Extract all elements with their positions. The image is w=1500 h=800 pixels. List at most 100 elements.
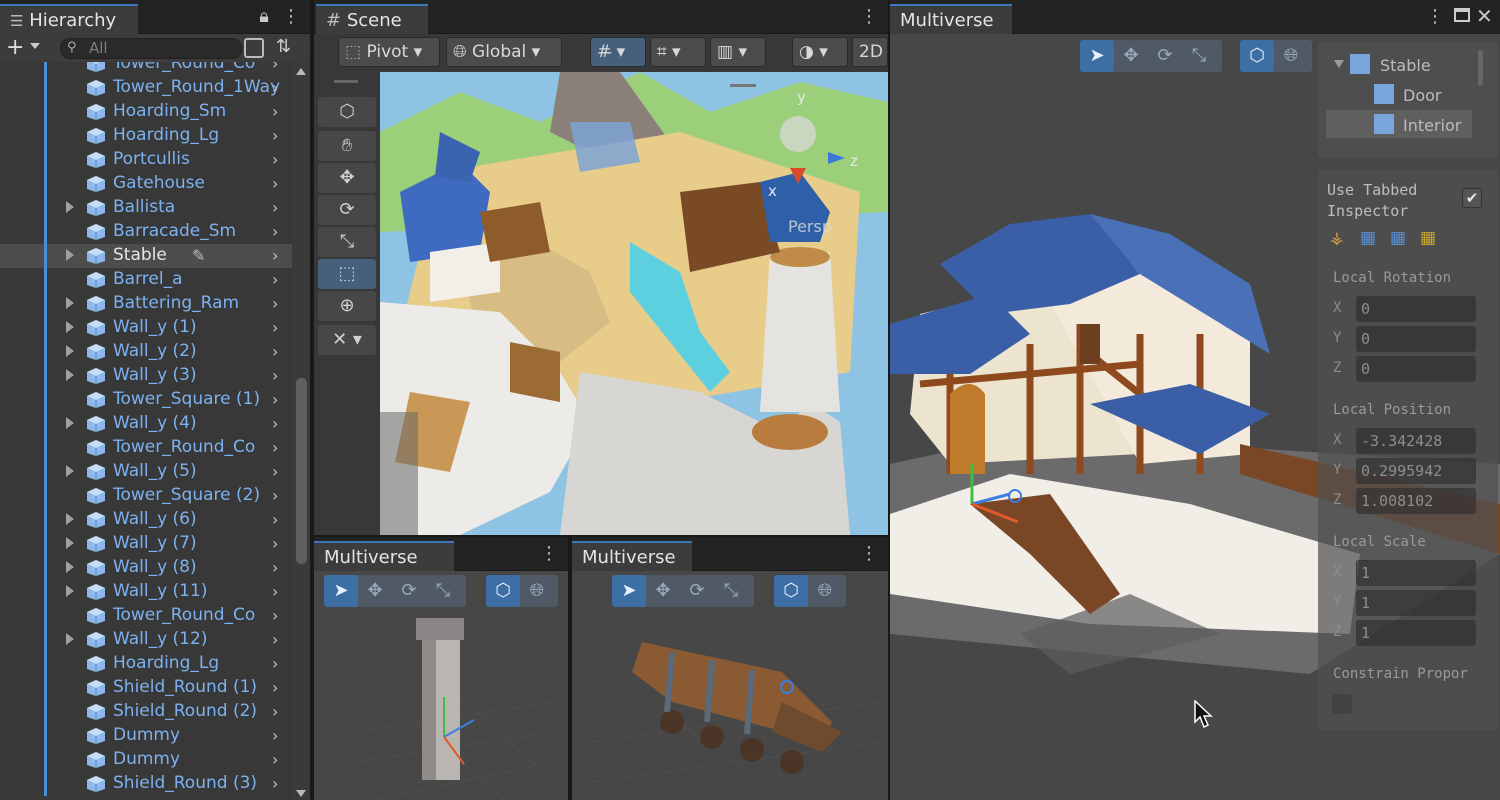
rotate-icon[interactable]: ⟳ — [1148, 40, 1182, 72]
fold-arrow-icon[interactable] — [66, 513, 74, 525]
tool-overlay-handle[interactable] — [334, 80, 358, 83]
select-tool-icon[interactable]: ➤ — [612, 575, 646, 607]
use-tabbed-checkbox[interactable]: ✔ — [1462, 188, 1482, 208]
chevron-right-icon[interactable]: › — [272, 198, 278, 217]
move-icon[interactable]: ✥ — [1114, 40, 1148, 72]
layout-tab-icon[interactable]: ▦ — [1420, 228, 1436, 248]
hierarchy-item[interactable]: Shield_Round (3) › — [0, 772, 292, 796]
hierarchy-item[interactable]: Shield_Round (1) › — [0, 676, 292, 700]
chevron-right-icon[interactable]: › — [272, 750, 278, 769]
tab-multiverse-mid[interactable]: Multiverse — [572, 541, 692, 571]
hierarchy-item[interactable]: Dummy › — [0, 724, 292, 748]
chevron-right-icon[interactable]: › — [272, 318, 278, 337]
move-tool-button[interactable]: ✥ — [318, 163, 376, 193]
chevron-right-icon[interactable]: › — [272, 486, 278, 505]
fold-arrow-icon[interactable] — [66, 297, 74, 309]
chevron-right-icon[interactable]: › — [272, 270, 278, 289]
constrain-proportions-checkbox[interactable] — [1332, 694, 1352, 714]
chevron-right-icon[interactable]: › — [272, 654, 278, 673]
rotation-y-field[interactable]: 0 — [1356, 326, 1476, 352]
tower-preview[interactable] — [354, 612, 554, 800]
lock-icon[interactable]: 🔒︎ — [256, 7, 272, 27]
local-space-icon[interactable]: ⬡ — [1240, 40, 1274, 72]
transform-tab-icon[interactable]: ⚶ — [1330, 228, 1344, 247]
persp-label[interactable]: Persp — [788, 217, 832, 236]
chevron-right-icon[interactable]: › — [272, 294, 278, 313]
hierarchy-item[interactable]: Shield_Round (2) › — [0, 700, 292, 724]
rotate-tool-button[interactable]: ⟳ — [318, 195, 376, 225]
position-x-field[interactable]: -3.342428 — [1356, 428, 1476, 454]
hierarchy-item[interactable]: Wall_y (6) › — [0, 508, 292, 532]
chevron-right-icon[interactable]: › — [272, 366, 278, 385]
search-input[interactable]: ⚲ All — [60, 38, 242, 59]
rotation-z-field[interactable]: 0 — [1356, 356, 1476, 382]
chevron-right-icon[interactable]: › — [272, 174, 278, 193]
hierarchy-item[interactable]: Wall_y (4) › — [0, 412, 292, 436]
tab-multiverse-left[interactable]: Multiverse — [314, 541, 454, 571]
grid-snap-toggle[interactable]: #̶ ▾ — [590, 37, 646, 67]
view-tool-button[interactable]: ⬡ — [318, 97, 376, 127]
orientation-gizmo[interactable] — [780, 116, 816, 152]
hierarchy-item[interactable]: Hoarding_Sm › — [0, 100, 292, 124]
fold-arrow-icon[interactable] — [66, 417, 74, 429]
hierarchy-item[interactable]: Battering_Ram › — [0, 292, 292, 316]
scale-tool-button[interactable]: ⤡ — [318, 227, 376, 257]
chevron-right-icon[interactable]: › — [272, 726, 278, 745]
fold-arrow-icon[interactable] — [66, 201, 74, 213]
maximize-icon[interactable] — [1454, 8, 1470, 22]
hierarchy-item[interactable]: Wall_y (3) › — [0, 364, 292, 388]
tree-fold-icon[interactable] — [1334, 60, 1344, 68]
fold-arrow-icon[interactable] — [66, 585, 74, 597]
hierarchy-item[interactable]: Wall_y (7) › — [0, 532, 292, 556]
hierarchy-item[interactable]: Wall_y (2) › — [0, 340, 292, 364]
scale-z-field[interactable]: 1 — [1356, 620, 1476, 646]
add-icon[interactable]: + — [6, 35, 24, 60]
hierarchy-item[interactable]: Wall_y (8) › — [0, 556, 292, 580]
chevron-right-icon[interactable]: › — [272, 246, 278, 265]
hierarchy-item[interactable]: Gatehouse › — [0, 172, 292, 196]
increment-snap-toggle[interactable]: ⌗ ▾ — [650, 37, 706, 67]
multiverse-main-kebab-icon[interactable]: ⋮ — [1426, 7, 1444, 27]
fold-arrow-icon[interactable] — [66, 537, 74, 549]
rotate-icon[interactable]: ⟳ — [392, 575, 426, 607]
chevron-right-icon[interactable]: › — [272, 630, 278, 649]
scale-x-field[interactable]: 1 — [1356, 560, 1476, 586]
chevron-right-icon[interactable]: › — [272, 414, 278, 433]
pivot-dropdown[interactable]: ⬚ Pivot ▾ — [338, 37, 440, 67]
fold-arrow-icon[interactable] — [66, 321, 74, 333]
select-tool-icon[interactable]: ➤ — [324, 575, 358, 607]
world-space-icon[interactable]: 🌐︎ — [808, 575, 842, 607]
chevron-right-icon[interactable]: › — [272, 582, 278, 601]
hierarchy-item[interactable]: Hoarding_Lg › — [0, 652, 292, 676]
chevron-right-icon[interactable]: › — [272, 390, 278, 409]
chevron-right-icon[interactable]: › — [272, 150, 278, 169]
draw-mode-dropdown[interactable]: ◑ ▾ — [792, 37, 848, 67]
custom-tool-button[interactable]: ✕ ▾ — [318, 325, 376, 355]
tree-item-interior[interactable]: Interior — [1403, 116, 1461, 135]
move-icon[interactable]: ✥ — [646, 575, 680, 607]
scale-icon[interactable]: ⤡ — [714, 575, 748, 607]
grid-tab-icon[interactable]: ▦ — [1360, 228, 1376, 248]
chevron-right-icon[interactable]: › — [272, 606, 278, 625]
hierarchy-item[interactable]: Stable ✎ › — [0, 244, 292, 268]
grid-visibility-toggle[interactable]: ▥ ▾ — [710, 37, 766, 67]
add-dropdown-icon[interactable] — [30, 43, 40, 49]
edit-pencil-icon[interactable]: ✎ — [192, 246, 205, 265]
scene-visibility-icon[interactable] — [244, 38, 264, 58]
chevron-right-icon[interactable]: › — [272, 558, 278, 577]
close-icon[interactable]: ✕ — [1476, 6, 1493, 26]
tab-multiverse-main[interactable]: Multiverse — [890, 4, 1012, 34]
world-space-icon[interactable]: 🌐︎ — [520, 575, 554, 607]
chevron-right-icon[interactable]: › — [272, 62, 278, 73]
sort-icon[interactable]: ⇅ — [276, 36, 291, 57]
chevron-right-icon[interactable]: › — [272, 222, 278, 241]
fold-arrow-icon[interactable] — [66, 369, 74, 381]
move-icon[interactable]: ✥ — [358, 575, 392, 607]
tree-item-stable[interactable]: Stable — [1380, 56, 1431, 75]
fold-arrow-icon[interactable] — [66, 561, 74, 573]
hierarchy-item[interactable]: Tower_Square (2) › — [0, 484, 292, 508]
overlay-handle[interactable] — [730, 84, 756, 87]
fold-arrow-icon[interactable] — [66, 633, 74, 645]
hierarchy-item[interactable]: Tower_Round_Co › — [0, 604, 292, 628]
rotate-icon[interactable]: ⟳ — [680, 575, 714, 607]
